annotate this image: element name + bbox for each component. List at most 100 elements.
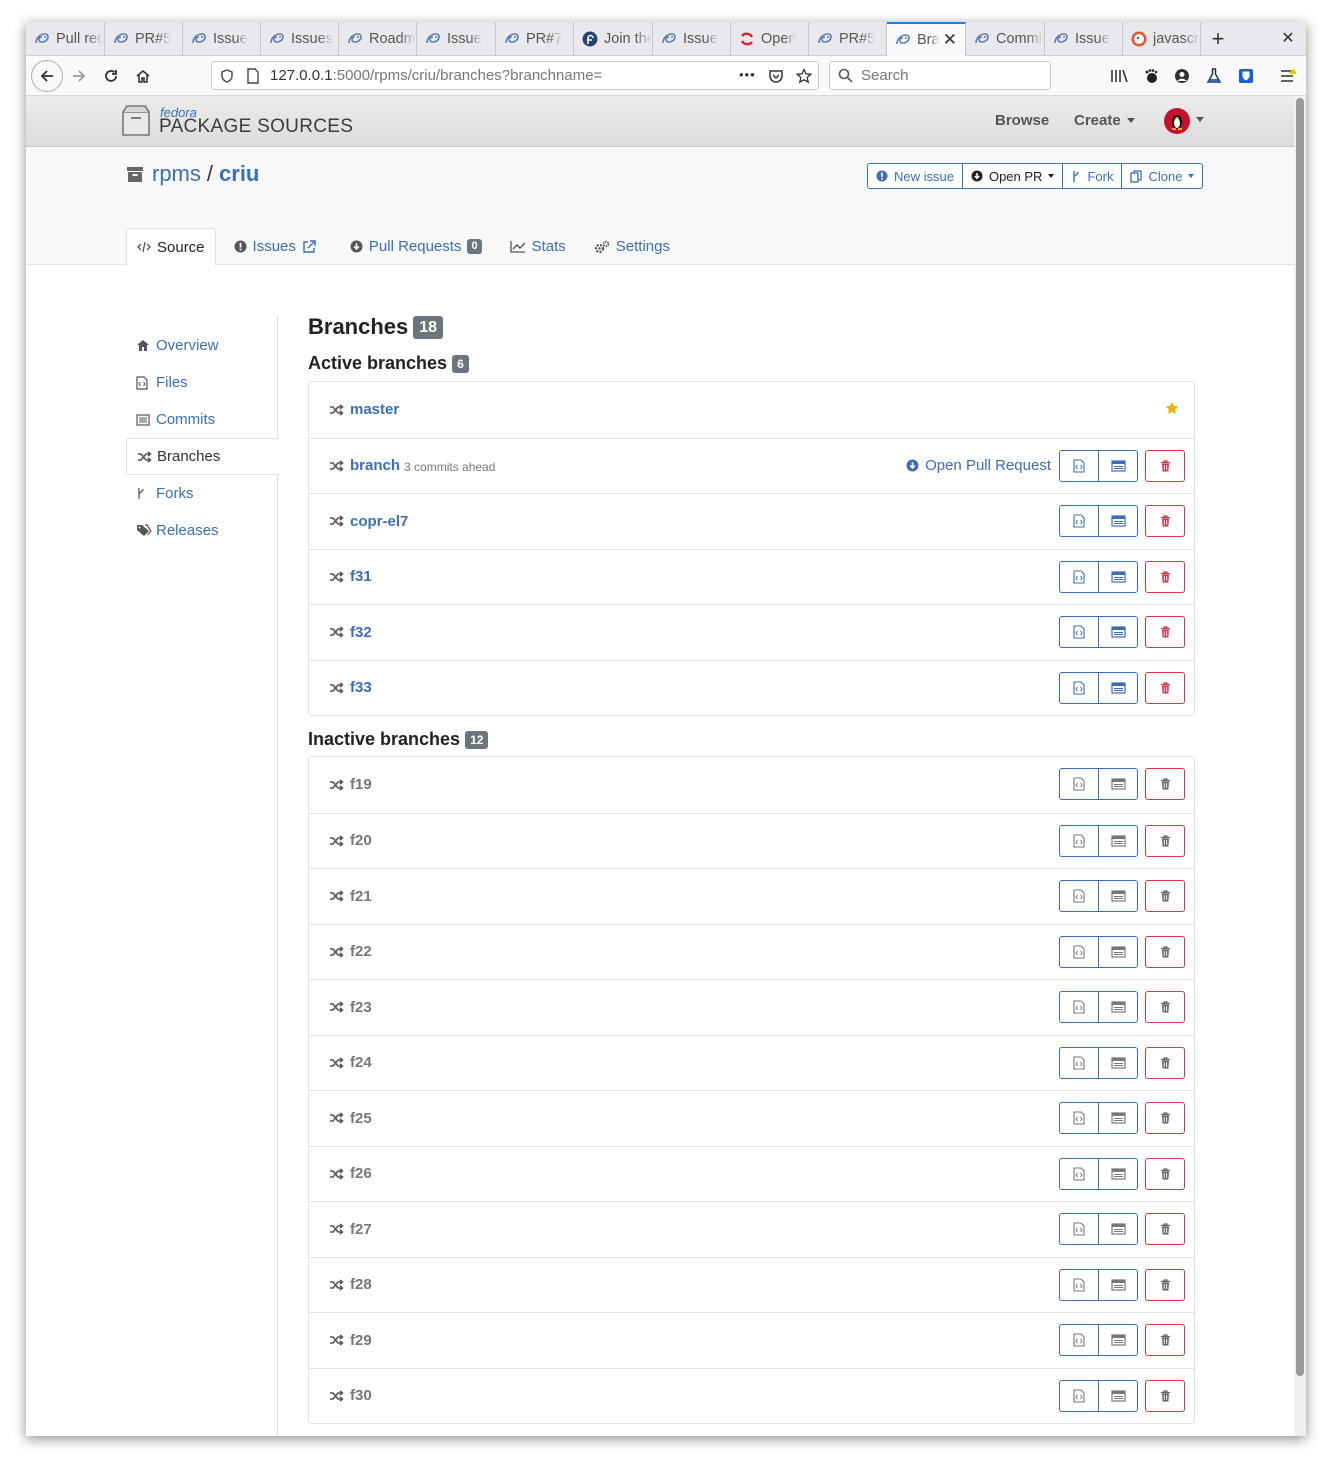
back-button[interactable] [31, 60, 63, 92]
view-files-button[interactable] [1059, 1213, 1099, 1245]
browser-tab[interactable]: Issue [417, 22, 496, 56]
browser-tab[interactable]: Open [731, 22, 809, 56]
delete-branch-button[interactable] [1145, 1213, 1185, 1245]
browser-tab[interactable]: PR#5 [105, 22, 183, 56]
browser-tab[interactable]: Pull requests [26, 22, 105, 56]
view-files-button[interactable] [1059, 616, 1099, 648]
browser-tab[interactable]: Issue [653, 22, 731, 56]
view-commits-button[interactable] [1098, 768, 1138, 800]
extension-gnome-button[interactable] [1141, 66, 1161, 86]
repo-namespace-link[interactable]: rpms [152, 161, 201, 187]
branch-name-link[interactable]: f32 [350, 624, 372, 641]
view-commits-button[interactable] [1098, 1324, 1138, 1356]
delete-branch-button[interactable] [1145, 768, 1185, 800]
view-commits-button[interactable] [1098, 1102, 1138, 1134]
scrollbar[interactable] [1294, 96, 1306, 1436]
browser-tab[interactable]: Roadmap [339, 22, 417, 56]
view-commits-button[interactable] [1098, 1157, 1138, 1190]
view-commits-button[interactable] [1098, 1268, 1138, 1301]
view-commits-button[interactable] [1098, 1379, 1138, 1412]
branch-name-link[interactable]: f28 [350, 1276, 372, 1293]
branch-name-link[interactable]: f26 [350, 1165, 372, 1182]
new-issue-button[interactable]: New issue [867, 163, 963, 189]
sidebar-item-commits[interactable]: Commits [126, 401, 278, 438]
view-files-button[interactable] [1059, 824, 1099, 857]
window-close-button[interactable]: ✕ [1278, 28, 1298, 50]
page-actions-menu[interactable]: ••• [739, 67, 756, 82]
avatar-caret-icon[interactable] [1196, 117, 1204, 122]
delete-branch-button[interactable] [1145, 935, 1185, 968]
view-files-button[interactable] [1059, 505, 1099, 537]
url-bar[interactable]: 127.0.0.1:5000/rpms/criu/branches?branch… [211, 61, 819, 90]
branch-name-link[interactable]: f31 [350, 568, 372, 585]
forward-button[interactable] [64, 61, 94, 91]
browser-tab[interactable]: Branches✕ [887, 22, 966, 56]
sidebar-item-releases[interactable]: Releases [126, 512, 278, 549]
view-files-button[interactable] [1059, 768, 1099, 800]
view-files-button[interactable] [1059, 991, 1099, 1023]
view-files-button[interactable] [1059, 935, 1099, 968]
branch-name-link[interactable]: branch [350, 457, 400, 474]
view-commits-button[interactable] [1098, 824, 1138, 857]
sidebar-item-files[interactable]: Files [126, 364, 278, 401]
fork-button[interactable]: Fork [1062, 163, 1123, 189]
new-tab-button[interactable]: + [1206, 26, 1230, 52]
delete-branch-button[interactable] [1145, 880, 1185, 912]
branch-name-link[interactable]: f22 [350, 943, 372, 960]
sidebar-item-overview[interactable]: Overview [126, 327, 278, 364]
browser-tab[interactable]: PR#5 [809, 22, 887, 56]
view-files-button[interactable] [1059, 449, 1099, 482]
branch-name-link[interactable]: f30 [350, 1387, 372, 1404]
browser-tab[interactable]: Issue [183, 22, 261, 56]
view-files-button[interactable] [1059, 880, 1099, 912]
view-files-button[interactable] [1059, 1379, 1099, 1412]
view-commits-button[interactable] [1098, 616, 1138, 648]
clone-button[interactable]: Clone [1121, 163, 1204, 189]
browser-tab[interactable]: PR#7 [496, 22, 574, 56]
delete-branch-button[interactable] [1145, 449, 1185, 482]
view-commits-button[interactable] [1098, 505, 1138, 537]
sidebar-item-branches[interactable]: Branches [126, 438, 279, 475]
library-button[interactable] [1109, 66, 1129, 86]
branch-name-link[interactable]: f33 [350, 679, 372, 696]
view-files-button[interactable] [1059, 1157, 1099, 1190]
delete-branch-button[interactable] [1145, 560, 1185, 593]
repo-name-link[interactable]: criu [219, 161, 259, 187]
browser-tab[interactable]: Issue [1045, 22, 1123, 56]
branch-name-link[interactable]: f25 [350, 1110, 372, 1127]
browser-tab[interactable]: Issues [261, 22, 339, 56]
delete-branch-button[interactable] [1145, 991, 1185, 1023]
branch-name-link[interactable]: f24 [350, 1054, 372, 1071]
delete-branch-button[interactable] [1145, 1157, 1185, 1190]
delete-branch-button[interactable] [1145, 1046, 1185, 1079]
delete-branch-button[interactable] [1145, 1268, 1185, 1301]
delete-branch-button[interactable] [1145, 616, 1185, 648]
browser-tab[interactable]: Join the [574, 22, 653, 56]
browse-link[interactable]: Browse [995, 112, 1049, 129]
view-commits-button[interactable] [1098, 935, 1138, 968]
reload-button[interactable] [96, 61, 126, 91]
view-commits-button[interactable] [1098, 991, 1138, 1023]
view-commits-button[interactable] [1098, 560, 1138, 593]
delete-branch-button[interactable] [1145, 505, 1185, 537]
delete-branch-button[interactable] [1145, 824, 1185, 857]
tab-settings[interactable]: Settings [584, 228, 680, 265]
delete-branch-button[interactable] [1145, 1102, 1185, 1134]
view-files-button[interactable] [1059, 560, 1099, 593]
site-logo[interactable]: fedora PACKAGE SOURCES [120, 104, 353, 137]
account-button[interactable] [1172, 66, 1192, 86]
avatar[interactable] [1164, 108, 1190, 134]
view-files-button[interactable] [1059, 1324, 1099, 1356]
bitwarden-button[interactable] [1236, 66, 1256, 86]
view-files-button[interactable] [1059, 1102, 1099, 1134]
create-menu[interactable]: Create [1074, 112, 1135, 129]
open-pull-request-link[interactable]: Open Pull Request [906, 457, 1051, 474]
delete-branch-button[interactable] [1145, 1324, 1185, 1356]
branch-name-link[interactable]: master [350, 401, 399, 418]
view-commits-button[interactable] [1098, 1046, 1138, 1079]
scrollbar-thumb[interactable] [1296, 98, 1304, 1376]
branch-name-link[interactable]: copr-el7 [350, 513, 408, 530]
delete-branch-button[interactable] [1145, 671, 1185, 704]
browser-tab[interactable]: javascript [1123, 22, 1201, 56]
branch-name-link[interactable]: f20 [350, 832, 372, 849]
